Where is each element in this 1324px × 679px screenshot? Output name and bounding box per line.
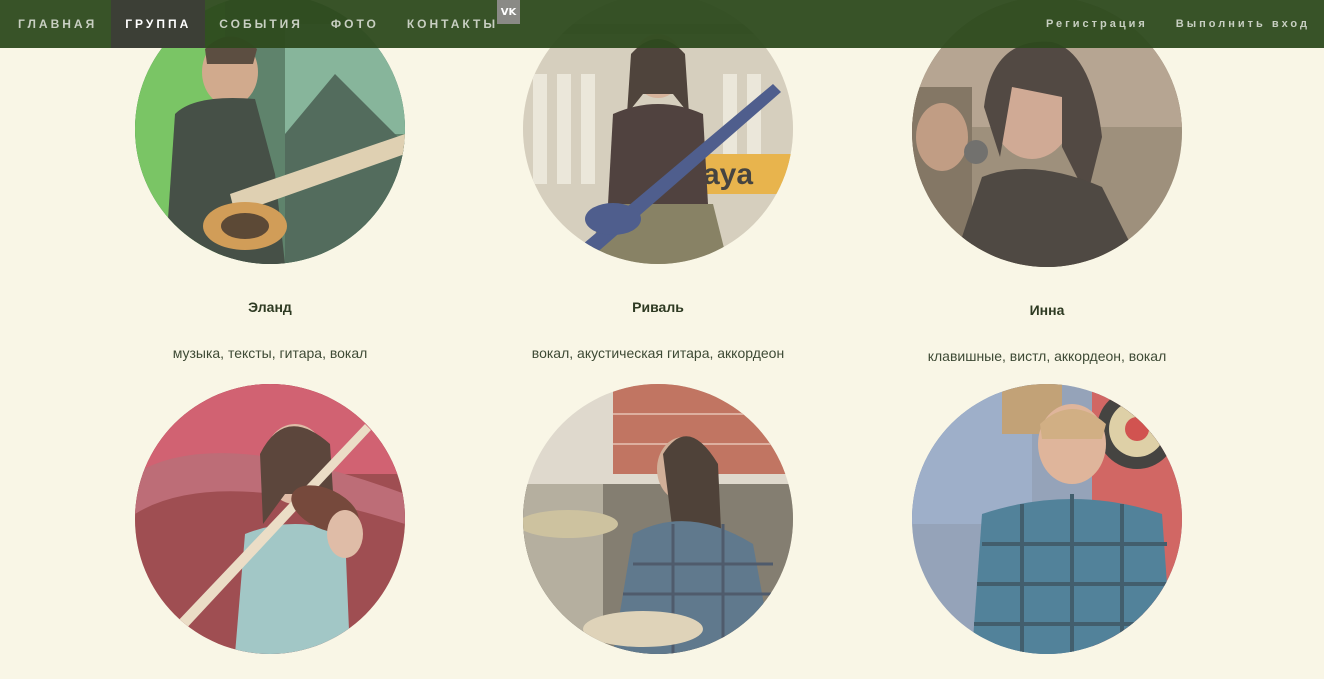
member-card (912, 384, 1182, 654)
member-photo (523, 384, 793, 654)
nav-photo[interactable]: Фото (317, 0, 393, 48)
main-nav: Главная Группа События Фото Контакты (0, 0, 512, 48)
svg-text:aya: aya (703, 158, 753, 191)
member-name: Эланд (248, 299, 292, 315)
vk-icon[interactable]: VK (497, 0, 520, 24)
member-role: вокал, акустическая гитара, аккордеон (531, 345, 785, 361)
man-photo (912, 384, 1182, 654)
member-name: Инна (1029, 302, 1065, 318)
auth-nav: Регистрация Выполнить вход (1032, 0, 1324, 48)
nav-home[interactable]: Главная (0, 0, 111, 48)
member-card (135, 384, 405, 654)
login-link[interactable]: Выполнить вход (1162, 0, 1324, 48)
member-photo (135, 384, 405, 654)
register-link[interactable]: Регистрация (1032, 0, 1162, 48)
member-role: клавишные, вистл, аккордеон, вокал (927, 348, 1167, 364)
member-role: музыка, тексты, гитара, вокал (172, 345, 368, 361)
member-photo (912, 384, 1182, 654)
member-name: Риваль (632, 299, 684, 315)
drummer-photo (523, 384, 793, 654)
vk-label: VK (500, 6, 517, 18)
violinist-photo (135, 384, 405, 654)
nav-contacts[interactable]: Контакты (393, 0, 512, 48)
top-navbar: Главная Группа События Фото Контакты VK … (0, 0, 1324, 48)
nav-events[interactable]: События (205, 0, 317, 48)
nav-group[interactable]: Группа (111, 0, 206, 48)
member-card (523, 384, 793, 654)
